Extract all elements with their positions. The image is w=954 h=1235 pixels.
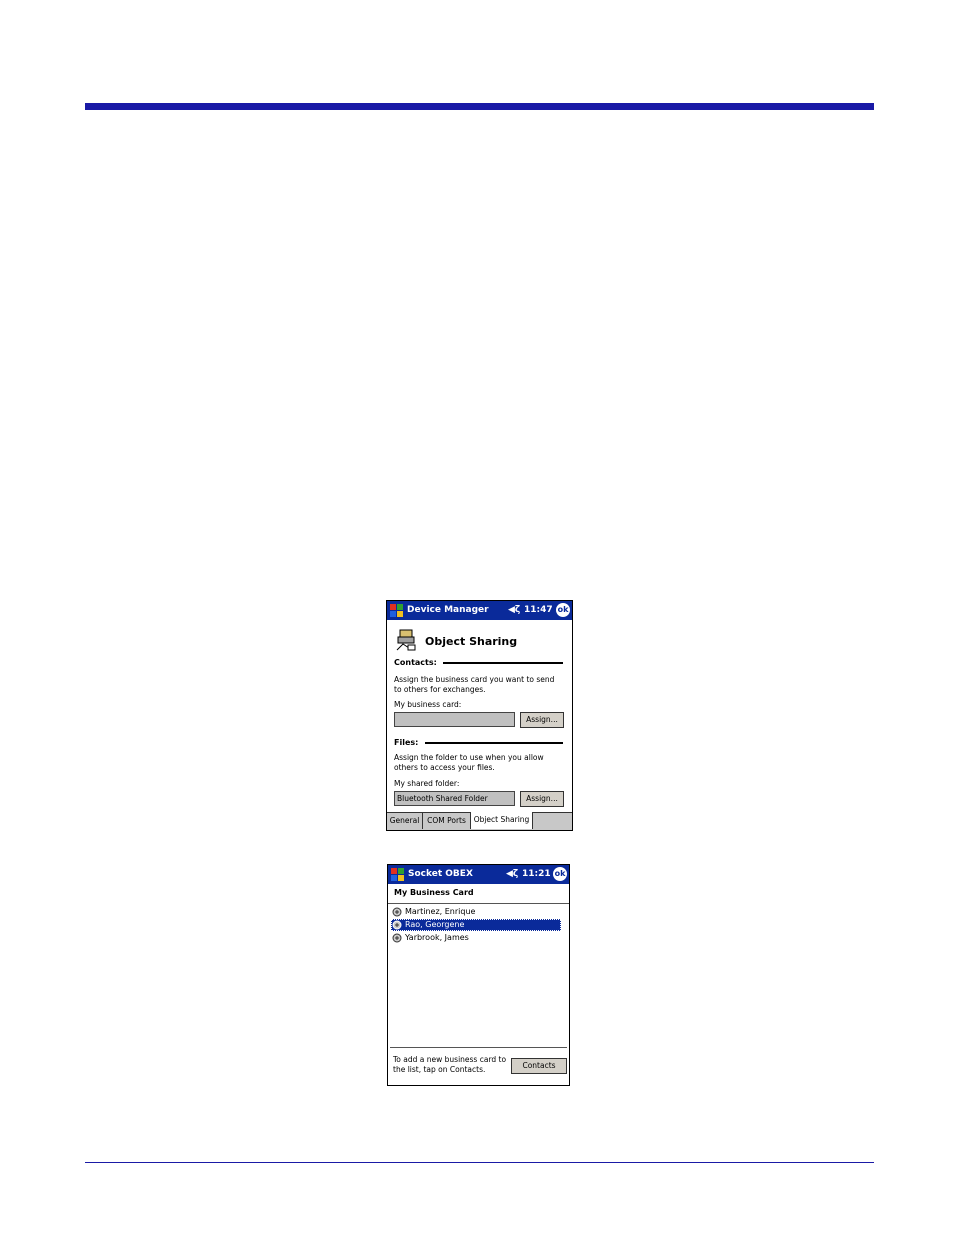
footer-rule: [85, 1162, 874, 1163]
footer-hint-line-2: the list, tap on Contacts.: [393, 1065, 486, 1074]
object-sharing-icon: [396, 629, 416, 651]
speaker-icon[interactable]: ◀ζ: [506, 869, 518, 879]
section-divider: [443, 662, 563, 664]
files-description-line-2: others to access your files.: [394, 763, 495, 772]
app-title: Socket OBEX: [408, 869, 473, 879]
business-card-heading: My Business Card: [394, 888, 474, 897]
heading-divider: [388, 903, 569, 904]
tab-general[interactable]: General: [387, 813, 423, 829]
device-manager-screen: Device Manager ◀ζ 11:47 ok Object Sharin…: [386, 600, 573, 831]
page-title: Object Sharing: [425, 635, 518, 648]
assign-shared-folder-button[interactable]: Assign...: [520, 791, 564, 807]
contacts-description-line-1: Assign the business card you want to sen…: [394, 675, 555, 684]
business-card-label: My business card:: [394, 700, 462, 709]
business-card-field[interactable]: [394, 712, 515, 727]
windows-start-icon[interactable]: [390, 867, 405, 882]
shared-folder-label: My shared folder:: [394, 779, 460, 788]
ok-button[interactable]: ok: [553, 867, 567, 881]
contact-card-icon: [392, 907, 402, 917]
contact-card-icon: [392, 933, 402, 943]
contact-card-icon: [392, 920, 402, 930]
tab-com-ports[interactable]: COM Ports: [423, 813, 471, 829]
windows-start-icon[interactable]: [389, 603, 404, 618]
contact-name: Martinez, Enrique: [405, 907, 476, 916]
list-item[interactable]: Yarbrook, James: [391, 932, 561, 944]
socket-obex-screen: Socket OBEX ◀ζ 11:21 ok My Business Card…: [387, 864, 570, 1086]
footer-hint-line-1: To add a new business card to: [393, 1055, 507, 1064]
files-section-label: Files:: [394, 738, 419, 747]
tab-object-sharing[interactable]: Object Sharing: [471, 812, 533, 829]
assign-business-card-button[interactable]: Assign...: [520, 712, 564, 728]
clock[interactable]: 11:21: [522, 869, 551, 879]
tab-bar: General COM Ports Object Sharing: [387, 812, 572, 830]
files-description-line-1: Assign the folder to use when you allow: [394, 753, 544, 762]
title-bar: Device Manager ◀ζ 11:47 ok: [387, 601, 572, 620]
contacts-button[interactable]: Contacts: [511, 1058, 567, 1074]
list-item[interactable]: Martinez, Enrique: [391, 906, 561, 918]
shared-folder-field[interactable]: Bluetooth Shared Folder: [394, 791, 515, 806]
header-rule: [85, 103, 874, 110]
section-divider: [425, 742, 563, 744]
app-title: Device Manager: [407, 605, 489, 615]
contact-name: Rao, Georgene: [405, 920, 465, 929]
contacts-list[interactable]: Martinez, Enrique Rao, Georgene Yarbrook…: [390, 905, 567, 1048]
list-item-selected[interactable]: Rao, Georgene: [391, 919, 561, 931]
contacts-section-label: Contacts:: [394, 658, 437, 667]
clock[interactable]: 11:47: [524, 605, 553, 615]
speaker-icon[interactable]: ◀ζ: [508, 605, 520, 615]
contact-name: Yarbrook, James: [405, 933, 469, 942]
ok-button[interactable]: ok: [556, 603, 570, 617]
title-bar: Socket OBEX ◀ζ 11:21 ok: [388, 865, 569, 884]
contacts-description-line-2: to others for exchanges.: [394, 685, 486, 694]
